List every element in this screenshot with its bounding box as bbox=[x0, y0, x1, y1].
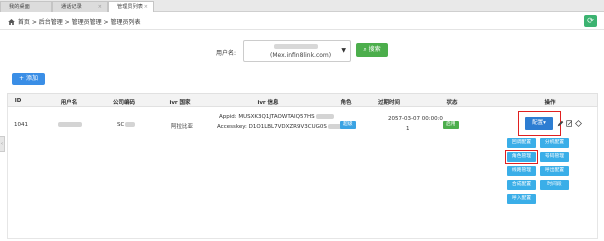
search-button[interactable]: ⌕ 搜索 bbox=[356, 43, 388, 57]
synthesis-config-button[interactable]: 合成配置 bbox=[507, 180, 536, 190]
number-manage-button[interactable]: 号码管理 bbox=[540, 152, 569, 162]
company-code-text: SC bbox=[117, 122, 125, 128]
role-manage-button[interactable]: 角色管理 bbox=[507, 152, 536, 162]
username-select[interactable]: (Mex.infin8link.com) ▼ bbox=[243, 40, 351, 62]
callback-config-button[interactable]: 回调配置 bbox=[507, 138, 536, 148]
breadcrumb-bar: 首页 > 后台管理 > 管理员管理 > 管理员列表 ⟳ bbox=[0, 12, 604, 30]
home-icon bbox=[8, 19, 15, 25]
tab-label: 管理员列表 bbox=[117, 4, 143, 10]
search-button-label: 搜索 bbox=[368, 46, 381, 53]
role-badge: 超级 bbox=[340, 121, 356, 129]
tab-bar: 我的桌面 通话记录 × 管理员列表 × bbox=[0, 0, 604, 13]
ivr-appid-text: Appid: MUSXK3Q1JTAOWTAIQ57HS bbox=[219, 114, 315, 120]
close-icon[interactable]: × bbox=[144, 2, 148, 12]
outbound-config-button[interactable]: 呼出配置 bbox=[540, 166, 569, 176]
cell-ivr-appid: Appid: MUSXK3Q1JTAOWTAIQ57HS bbox=[219, 114, 334, 120]
col-expire: 过期时间 bbox=[377, 100, 401, 106]
breadcrumb-text: 首页 > 后台管理 > 管理员管理 > 管理员列表 bbox=[17, 19, 141, 26]
search-label: 用户名: bbox=[216, 50, 237, 57]
select-value: (Mex.infin8link.com) bbox=[270, 52, 332, 59]
tab-call-records[interactable]: 通话记录 × bbox=[52, 1, 108, 12]
col-ivr-country: ivr 国家 bbox=[169, 100, 191, 106]
cell-expire-time-cont: 1 bbox=[406, 126, 410, 132]
table-header: ID 用户名 公司编码 ivr 国家 ivr 信息 角色 过期时间 状态 操作 bbox=[7, 93, 598, 107]
line-manage-button[interactable]: 线路管理 bbox=[507, 166, 536, 176]
refresh-icon: ⟳ bbox=[587, 16, 594, 25]
caret-down-icon: ▼ bbox=[341, 47, 346, 54]
inbound-config-button[interactable]: 呼入配置 bbox=[507, 194, 536, 204]
col-role: 角色 bbox=[340, 100, 352, 106]
col-company-code: 公司编码 bbox=[112, 100, 136, 106]
redacted-text bbox=[125, 122, 136, 127]
cell-id: 1041 bbox=[14, 122, 28, 128]
redacted-text bbox=[274, 44, 318, 49]
add-button[interactable]: + 添加 bbox=[12, 73, 45, 85]
close-icon[interactable]: × bbox=[98, 2, 102, 12]
col-username: 用户名 bbox=[60, 100, 78, 106]
table-row: 1041 SC 阿拉比亚 Appid: MUSXK3Q1JTAOWTAIQ57H… bbox=[7, 107, 598, 239]
time-period-button[interactable]: 时间段 bbox=[540, 180, 569, 190]
config-dropdown-button[interactable]: 配置▾ bbox=[525, 117, 553, 130]
cell-ivr-key: Accesskey: D1O1LBL7VDXZR9V3CUG0S bbox=[217, 124, 346, 130]
search-icon: ⌕ bbox=[363, 46, 367, 53]
col-ivr-info: ivr 信息 bbox=[257, 100, 279, 106]
col-status: 状态 bbox=[446, 100, 458, 106]
breadcrumb: 首页 > 后台管理 > 管理员管理 > 管理员列表 bbox=[8, 17, 140, 26]
chevron-left-icon: ‹ bbox=[1, 141, 3, 147]
col-actions: 操作 bbox=[544, 100, 556, 106]
extension-config-button[interactable]: 分机配置 bbox=[540, 138, 569, 148]
eraser-icon[interactable] bbox=[575, 120, 582, 127]
cell-company-code: SC bbox=[117, 122, 136, 128]
tab-my-desktop[interactable]: 我的桌面 bbox=[0, 1, 52, 12]
pencil-icon[interactable] bbox=[557, 120, 564, 127]
edit-icon[interactable] bbox=[566, 120, 573, 127]
sidebar-toggle-handle[interactable]: ‹ bbox=[0, 136, 5, 152]
refresh-button[interactable]: ⟳ bbox=[584, 15, 597, 27]
redacted-text bbox=[58, 122, 82, 127]
col-id: ID bbox=[14, 98, 22, 104]
status-badge: 启用 bbox=[443, 121, 459, 129]
cell-username bbox=[58, 122, 82, 128]
cell-ivr-country: 阿拉比亚 bbox=[171, 124, 194, 130]
tab-label: 通话记录 bbox=[61, 4, 82, 10]
redacted-text bbox=[315, 114, 334, 119]
ivr-key-text: Accesskey: D1O1LBL7VDXZR9V3CUG0S bbox=[217, 124, 327, 130]
tab-label: 我的桌面 bbox=[9, 4, 30, 10]
cell-expire-time: 2057-03-07 00:00:0 bbox=[388, 116, 443, 122]
